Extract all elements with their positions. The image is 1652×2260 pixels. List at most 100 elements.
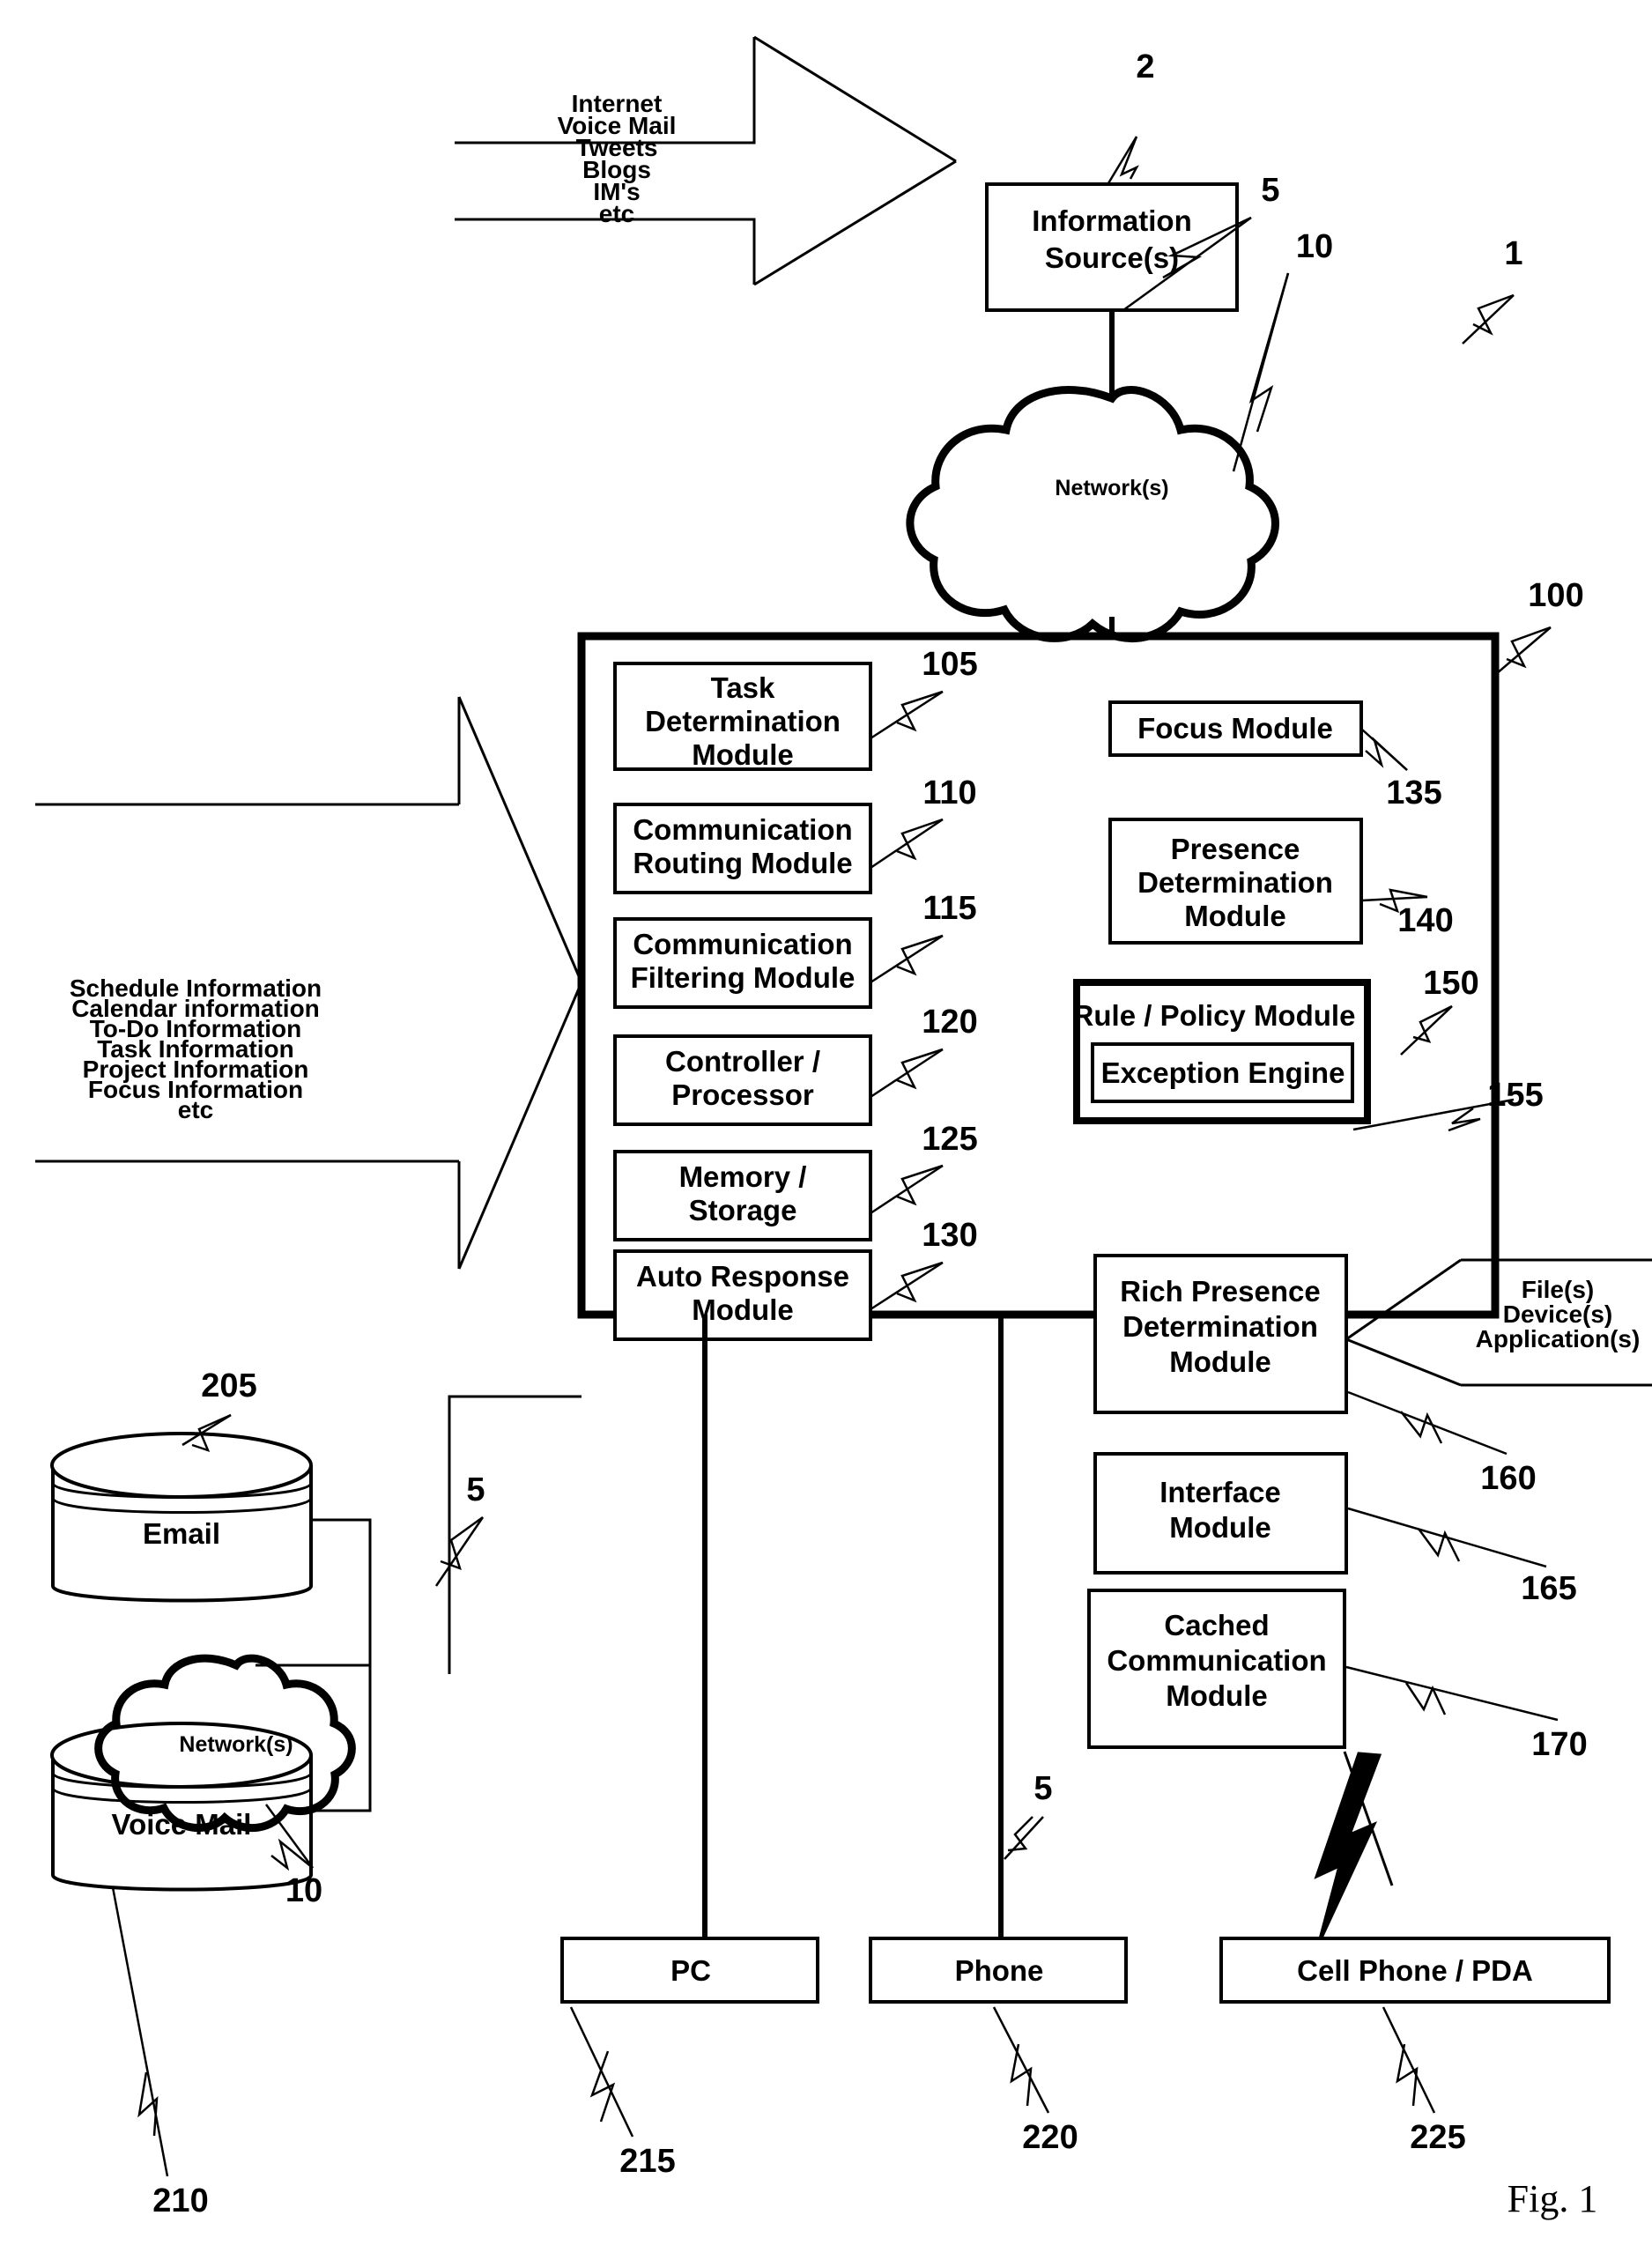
right-input-2: Application(s) xyxy=(1476,1325,1641,1352)
module-communication-filtering-line0: Communication xyxy=(633,928,852,960)
ref-100-text: 100 xyxy=(1528,577,1583,614)
module-task-determination-line0: Task xyxy=(711,671,775,704)
module-memory-storage-line1: Storage xyxy=(689,1194,797,1226)
module-cached-line2: Module xyxy=(1166,1679,1267,1712)
module-presence-line2: Module xyxy=(1184,900,1285,932)
module-controller-processor-line0: Controller / xyxy=(665,1045,820,1078)
ref-105-text: 105 xyxy=(922,646,977,683)
wireless-lightning-icon xyxy=(1314,1751,1394,1946)
ref-label-215: 215 xyxy=(569,2006,676,2180)
ref-5-phone-text: 5 xyxy=(1033,1770,1052,1807)
ref-125-text: 125 xyxy=(922,1121,977,1158)
module-rich-presence-line2: Module xyxy=(1169,1345,1270,1378)
network-top-label: Network(s) xyxy=(1055,476,1168,500)
left-inputs-list: Schedule Information Calendar informatio… xyxy=(70,974,322,1123)
module-presence-determination[interactable]: Presence Determination Module xyxy=(1108,818,1363,945)
module-communication-filtering-line1: Filtering Module xyxy=(631,961,856,994)
module-exception-engine-title: Exception Engine xyxy=(1101,1056,1345,1089)
ref-label-5-phone: 5 xyxy=(1004,1770,1053,1860)
ref-label-160: 160 xyxy=(1347,1390,1537,1497)
module-cached-line0: Cached xyxy=(1164,1609,1269,1641)
ref-150-text: 150 xyxy=(1423,965,1478,1002)
ref-label-2: 2 xyxy=(1107,48,1155,184)
module-memory-storage-line0: Memory / xyxy=(679,1160,807,1193)
ref-label-5-left: 5 xyxy=(434,1471,485,1587)
module-task-determination-line1: Determination xyxy=(645,705,841,737)
device-cellphone-label: Cell Phone / PDA xyxy=(1297,1954,1533,1987)
module-memory-storage[interactable]: Memory / Storage xyxy=(613,1150,872,1241)
module-interface-line1: Module xyxy=(1169,1511,1270,1544)
ref-label-110: 110 xyxy=(870,774,977,870)
figure-svg: Internet Voice Mail Tweets Blogs IM's et… xyxy=(35,35,1652,2220)
ref-10-left-text: 10 xyxy=(285,1872,322,1909)
information-source-box[interactable]: Information Source(s) xyxy=(985,182,1239,312)
device-pc[interactable]: PC xyxy=(560,1937,819,2004)
ref-label-10-top: 10 xyxy=(1232,228,1333,472)
ref-label-120: 120 xyxy=(870,1004,978,1099)
module-communication-routing-line1: Routing Module xyxy=(633,847,852,879)
ref-130-text: 130 xyxy=(922,1217,977,1254)
module-communication-routing[interactable]: Communication Routing Module xyxy=(613,803,872,894)
module-rule-policy-title: Rule / Policy Module xyxy=(1073,999,1356,1032)
ref-10-top-text: 10 xyxy=(1296,228,1333,265)
module-interface-line0: Interface xyxy=(1159,1476,1281,1508)
right-input-0: File(s) xyxy=(1522,1276,1594,1303)
database-email[interactable]: Email xyxy=(50,1432,313,1603)
module-auto-response-line0: Auto Response xyxy=(636,1260,849,1293)
ref-115-text: 115 xyxy=(922,890,976,927)
ref-215-text: 215 xyxy=(619,2143,675,2180)
ref-120-text: 120 xyxy=(922,1004,977,1041)
ref-label-225: 225 xyxy=(1382,2006,1466,2156)
network-cloud-top: Network(s) xyxy=(906,386,1279,643)
ref-label-170: 170 xyxy=(1345,1665,1588,1763)
ref-1-text: 1 xyxy=(1504,235,1522,272)
module-cached-communication[interactable]: Cached Communication Module xyxy=(1087,1589,1346,1749)
ref-label-140: 140 xyxy=(1361,888,1454,939)
module-rich-presence-line1: Determination xyxy=(1122,1310,1318,1343)
network-left-label: Network(s) xyxy=(179,1732,293,1757)
database-email-label: Email xyxy=(143,1517,220,1550)
ref-label-155: 155 xyxy=(1352,1077,1544,1132)
module-rich-presence[interactable]: Rich Presence Determination Module xyxy=(1093,1254,1348,1414)
ref-label-210: 210 xyxy=(111,1886,209,2219)
ref-205-text: 205 xyxy=(201,1367,256,1404)
ref-5-left-text: 5 xyxy=(466,1471,485,1508)
ref-165-text: 165 xyxy=(1521,1570,1576,1607)
source-item-5: etc xyxy=(599,200,634,227)
ref-2-text: 2 xyxy=(1136,48,1154,85)
ref-label-115: 115 xyxy=(870,890,977,984)
ref-label-165: 165 xyxy=(1347,1507,1577,1607)
ref-160-text: 160 xyxy=(1480,1460,1536,1497)
ref-170-text: 170 xyxy=(1531,1726,1587,1763)
module-rule-policy[interactable]: Rule / Policy Module Exception Engine xyxy=(1073,979,1371,1124)
device-cellphone-pda[interactable]: Cell Phone / PDA xyxy=(1219,1937,1611,2004)
module-task-determination-line2: Module xyxy=(692,738,793,771)
module-communication-routing-line0: Communication xyxy=(633,813,852,846)
device-phone[interactable]: Phone xyxy=(869,1937,1128,2004)
top-sources-list: Internet Voice Mail Tweets Blogs IM's et… xyxy=(558,90,677,227)
right-inputs-list: File(s) Device(s) Application(s) xyxy=(1476,1276,1641,1352)
module-exception-engine[interactable]: Exception Engine xyxy=(1091,1042,1354,1103)
ref-155-text: 155 xyxy=(1487,1077,1543,1114)
module-cached-line1: Communication xyxy=(1107,1644,1326,1677)
ref-label-220: 220 xyxy=(992,2006,1078,2156)
module-controller-processor-line1: Processor xyxy=(671,1078,814,1111)
ref-135-text: 135 xyxy=(1386,774,1441,811)
ref-225-text: 225 xyxy=(1410,2119,1465,2156)
ref-label-1: 1 xyxy=(1462,235,1523,345)
ref-label-135: 135 xyxy=(1361,729,1442,811)
ref-label-125: 125 xyxy=(870,1121,978,1215)
module-focus[interactable]: Focus Module xyxy=(1108,700,1363,757)
device-pc-label: PC xyxy=(670,1954,711,1987)
module-auto-response[interactable]: Auto Response Module xyxy=(613,1249,872,1341)
module-presence-line1: Determination xyxy=(1137,866,1333,899)
module-presence-line0: Presence xyxy=(1171,833,1300,865)
module-interface[interactable]: Interface Module xyxy=(1093,1452,1348,1575)
module-task-determination[interactable]: Task Determination Module xyxy=(613,662,872,771)
ref-label-150: 150 xyxy=(1400,965,1479,1056)
ref-label-100: 100 xyxy=(1495,577,1584,675)
module-communication-filtering[interactable]: Communication Filtering Module xyxy=(613,917,872,1009)
device-phone-label: Phone xyxy=(955,1954,1044,1987)
module-rich-presence-line0: Rich Presence xyxy=(1120,1275,1320,1308)
module-controller-processor[interactable]: Controller / Processor xyxy=(613,1034,872,1126)
